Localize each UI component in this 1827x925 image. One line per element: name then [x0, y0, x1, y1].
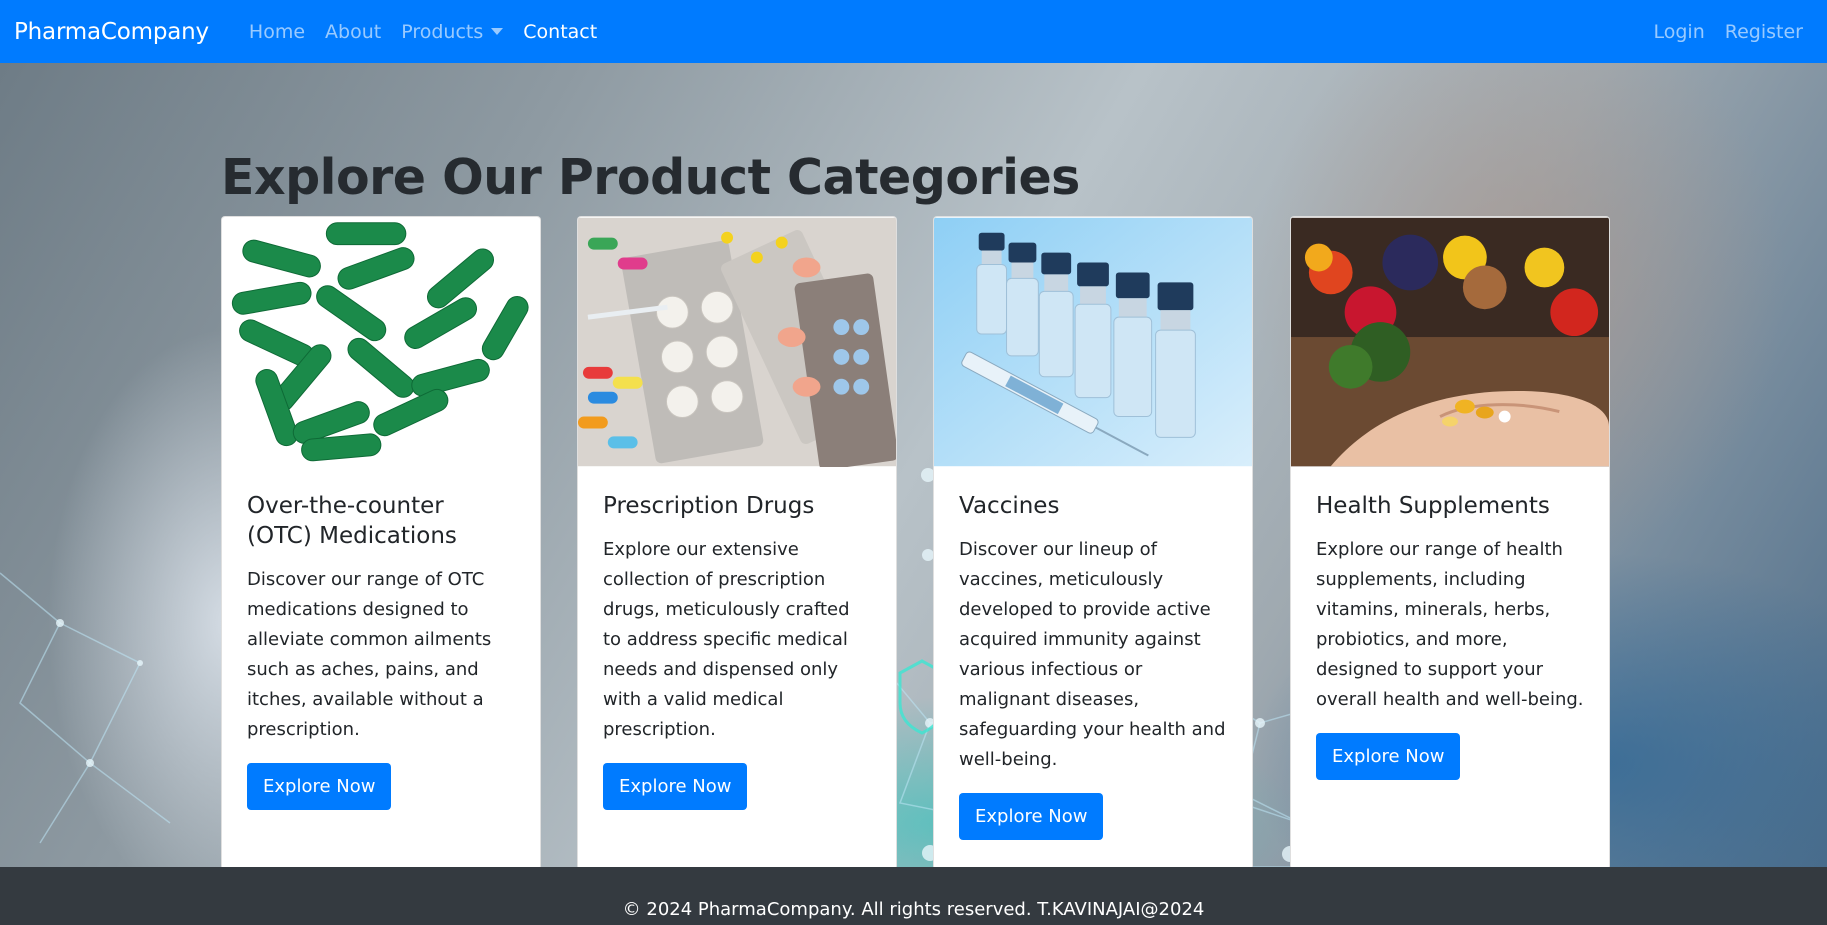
product-card-otc: Over-the-counter (OTC) Medications Disco…: [221, 216, 541, 867]
explore-now-button-otc[interactable]: Explore Now: [247, 763, 392, 810]
card-title: Vaccines: [959, 493, 1060, 519]
supplements-and-vegetables-image: [1291, 217, 1609, 467]
vaccine-vials-image: [934, 217, 1252, 467]
explore-now-button-supplements[interactable]: Explore Now: [1316, 733, 1461, 780]
card-text: Explore our range of health supplements,…: [1316, 539, 1584, 710]
nav-contact[interactable]: Contact: [523, 21, 597, 43]
card-body: Over-the-counter (OTC) Medications Disco…: [222, 467, 540, 810]
nav-home[interactable]: Home: [249, 21, 305, 43]
caret-down-icon: [491, 28, 504, 35]
nav-right-group: Login Register: [1644, 21, 1814, 43]
pill-blister-packs-image: [578, 217, 896, 467]
brand-link[interactable]: PharmaCompany: [14, 19, 209, 45]
footer: © 2024 PharmaCompany. All rights reserve…: [0, 867, 1827, 925]
card-body: Health Supplements Explore our range of …: [1291, 467, 1609, 780]
card-text: Explore our extensive collection of pres…: [603, 539, 850, 740]
nav-login[interactable]: Login: [1654, 21, 1705, 43]
nav-products-label: Products: [401, 20, 484, 43]
nav-register[interactable]: Register: [1725, 21, 1803, 43]
card-title: Prescription Drugs: [603, 493, 815, 519]
product-card-vaccines: Vaccines Discover our lineup of vaccines…: [933, 216, 1253, 867]
page-heading: Explore Our Product Categories: [221, 149, 1080, 206]
product-card-supplements: Health Supplements Explore our range of …: [1290, 216, 1610, 867]
card-title: Health Supplements: [1316, 493, 1550, 519]
green-capsules-image: [222, 217, 540, 467]
nav-products-dropdown[interactable]: Products: [401, 20, 504, 43]
card-body: Vaccines Discover our lineup of vaccines…: [934, 467, 1252, 840]
footer-copyright: © 2024 PharmaCompany. All rights reserve…: [622, 899, 1205, 920]
card-body: Prescription Drugs Explore our extensive…: [578, 467, 896, 810]
card-text: Discover our lineup of vaccines, meticul…: [959, 539, 1226, 770]
card-text: Discover our range of OTC medications de…: [247, 569, 492, 740]
nav-about[interactable]: About: [325, 21, 381, 43]
explore-now-button-prescription[interactable]: Explore Now: [603, 763, 748, 810]
top-navbar: PharmaCompany Home About Products Contac…: [0, 0, 1827, 63]
card-title: Over-the-counter (OTC) Medications: [247, 493, 457, 549]
product-card-prescription: Prescription Drugs Explore our extensive…: [577, 216, 897, 867]
hero-background: Explore Our Product Categories Over-the-…: [0, 63, 1827, 867]
explore-now-button-vaccines[interactable]: Explore Now: [959, 793, 1104, 840]
